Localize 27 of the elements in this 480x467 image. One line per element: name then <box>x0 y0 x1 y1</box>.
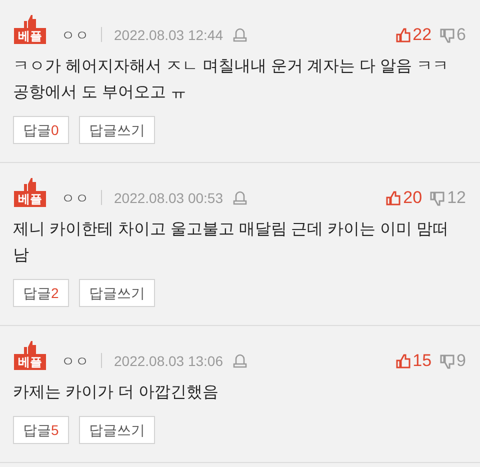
comment-date: 2022.08.03 13:06 <box>114 352 223 370</box>
comment-text: 제니 카이한테 차이고 울고불고 매달림 근데 카이는 이미 맘떠남 <box>13 220 450 266</box>
comment-date: 2022.08.03 12:44 <box>114 26 223 44</box>
best-badge: 베플 <box>14 354 46 370</box>
siren-icon[interactable] <box>233 190 247 205</box>
reply-count-button[interactable]: 답글5 <box>13 416 69 444</box>
author-name: ㅇㅇ <box>61 189 89 207</box>
author-name: ㅇㅇ <box>61 352 89 370</box>
write-reply-button[interactable]: 답글쓰기 <box>78 279 155 307</box>
like-button[interactable]: 15 <box>396 352 432 370</box>
best-badge: 베플 <box>14 191 46 207</box>
best-badge: 베플 <box>14 28 46 44</box>
like-button[interactable]: 22 <box>396 26 432 44</box>
write-reply-button[interactable]: 답글쓰기 <box>78 116 155 144</box>
write-reply-button[interactable]: 답글쓰기 <box>78 416 155 444</box>
thumbs-down-icon <box>440 354 455 368</box>
like-button[interactable]: 20 <box>386 189 422 207</box>
reply-count-button[interactable]: 답글2 <box>13 279 69 307</box>
comment-date: 2022.08.03 00:53 <box>114 189 223 207</box>
thumbs-down-icon <box>430 190 446 206</box>
comment-text: ㅋㅇ가 헤어지자해서 ㅈㄴ 며칠내내 운거 계자는 다 알음 ㅋㅋ공항에서 도 부어오고 ㅠ <box>13 57 450 103</box>
author-name: ㅇㅇ <box>61 26 89 44</box>
siren-icon[interactable] <box>233 27 247 42</box>
reply-count-button[interactable]: 답글0 <box>13 116 69 144</box>
comment-text: 카제는 카이가 더 아깝긴했음 <box>13 383 220 403</box>
thumbs-down-icon <box>440 28 455 42</box>
siren-icon[interactable] <box>233 353 247 368</box>
